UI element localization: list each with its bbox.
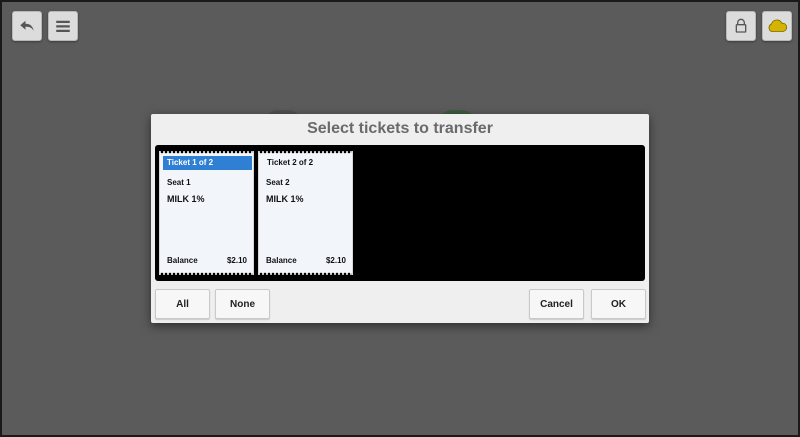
hamburger-menu-icon (56, 20, 70, 32)
select-all-button[interactable]: All (155, 289, 210, 319)
back-button[interactable] (12, 11, 42, 41)
balance-label: Balance (167, 256, 198, 265)
cancel-button[interactable]: Cancel (529, 289, 584, 319)
ticket-card[interactable]: Ticket 2 of 2 Seat 2 MILK 1% Balance $2.… (258, 150, 353, 276)
perforation-edge (160, 150, 253, 154)
perforation-edge (259, 150, 352, 154)
balance-value: $2.10 (325, 256, 346, 265)
balance-label: Balance (266, 256, 297, 265)
ticket-seat: Seat 2 (266, 178, 290, 187)
transfer-dialog: Select tickets to transfer Ticket 1 of 2… (151, 114, 649, 323)
balance-value: $2.10 (226, 256, 247, 265)
ticket-list: Ticket 1 of 2 Seat 1 MILK 1% Balance $2.… (155, 145, 645, 281)
ticket-header: Ticket 2 of 2 (267, 158, 314, 167)
ticket-item: MILK 1% (167, 194, 205, 204)
ticket-seat: Seat 1 (167, 178, 191, 187)
lock-button[interactable] (726, 11, 756, 41)
menu-button[interactable] (48, 11, 78, 41)
cloud-icon (768, 19, 788, 32)
back-arrow-icon (20, 20, 34, 32)
ticket-item: MILK 1% (266, 194, 304, 204)
ok-button[interactable]: OK (591, 289, 646, 319)
dialog-title: Select tickets to transfer (307, 120, 493, 137)
cloud-status-button[interactable] (762, 11, 792, 41)
perforation-edge (160, 272, 253, 276)
ticket-header: Ticket 1 of 2 (163, 156, 252, 170)
ticket-card[interactable]: Ticket 1 of 2 Seat 1 MILK 1% Balance $2.… (159, 150, 254, 276)
select-none-button[interactable]: None (215, 289, 270, 319)
perforation-edge (259, 272, 352, 276)
lock-icon (735, 18, 747, 33)
